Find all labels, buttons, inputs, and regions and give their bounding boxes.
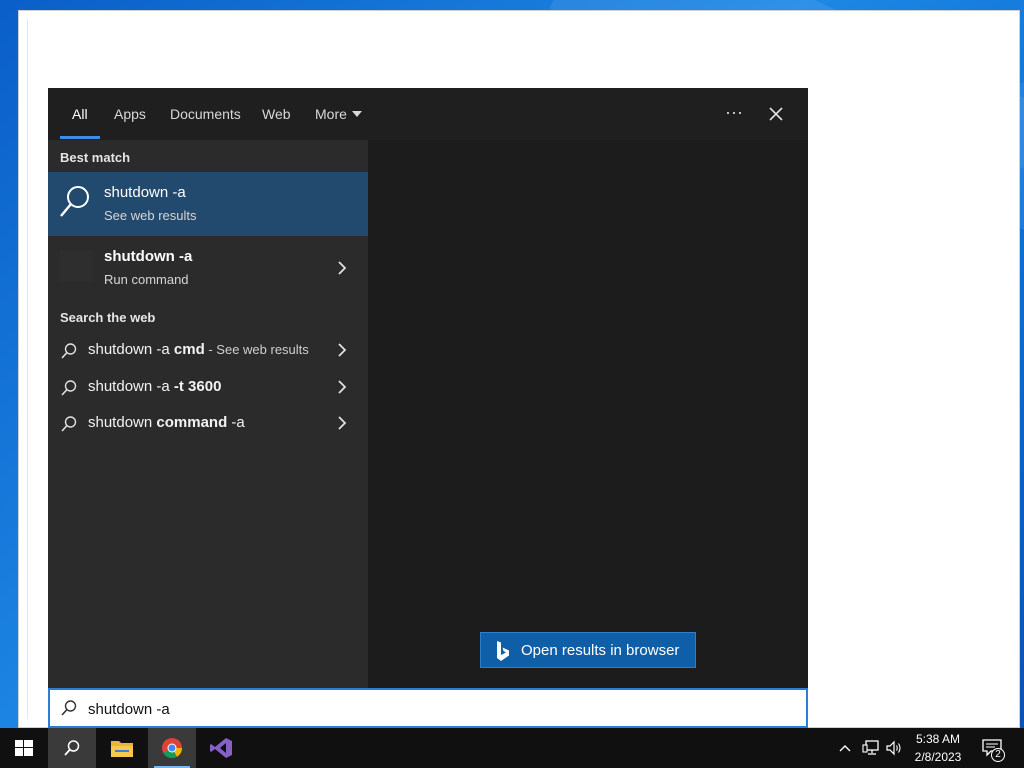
best-match-web-result[interactable]: shutdown -a See web results <box>48 172 368 236</box>
web-suggestion-item[interactable]: shutdown -a -t 3600 <box>48 370 368 404</box>
web-suggestion-item[interactable]: shutdown command -a <box>48 406 368 440</box>
suggestion-bold-text: -t 3600 <box>173 378 222 395</box>
taskbar: 5:38 AM 2/8/2023 2 <box>0 728 1024 768</box>
suggestion-hint-text: - See web results <box>204 342 309 357</box>
folder-icon <box>111 741 133 757</box>
search-icon <box>61 700 77 716</box>
result-subtitle: Run command <box>104 272 189 287</box>
suggestion-text: shutdown -a -t 3600 <box>88 378 221 395</box>
network-icon[interactable] <box>862 740 880 756</box>
suggestion-normal-text: shutdown <box>88 414 157 431</box>
volume-icon[interactable] <box>886 740 902 756</box>
preview-pane <box>368 140 808 688</box>
start-button[interactable] <box>0 728 48 768</box>
bing-icon <box>497 641 509 661</box>
tab-label: More <box>315 106 347 122</box>
notification-center-button[interactable]: 2 <box>982 728 1006 768</box>
chrome-button[interactable] <box>148 728 196 768</box>
suggestion-normal-text: -a <box>227 414 245 431</box>
search-web-header: Search the web <box>60 310 156 325</box>
close-button[interactable] <box>760 100 792 128</box>
search-icon <box>61 416 77 432</box>
search-input[interactable] <box>88 698 748 720</box>
open-in-browser-label: Open results in browser <box>521 642 680 659</box>
tab-more[interactable]: More <box>315 88 362 140</box>
chevron-right-icon[interactable] <box>336 342 348 358</box>
tab-web[interactable]: Web <box>262 88 291 140</box>
search-icon <box>61 380 77 396</box>
suggestion-bold-text: command <box>156 414 228 431</box>
search-box[interactable] <box>48 688 808 728</box>
suggestion-normal-text: shutdown -a <box>88 341 174 358</box>
tab-all[interactable]: All <box>72 88 88 140</box>
result-title: shutdown -a <box>104 184 186 201</box>
active-tab-indicator <box>60 136 100 139</box>
search-tab-bar: All Apps Documents Web More ··· <box>48 88 808 140</box>
app-icon <box>60 250 92 282</box>
chevron-right-icon[interactable] <box>336 260 348 276</box>
search-icon <box>64 740 80 756</box>
best-match-run-command[interactable]: shutdown -a Run command <box>48 236 368 300</box>
chevron-right-icon[interactable] <box>336 415 348 431</box>
results-pane: Best match shutdown -a See web results s… <box>48 140 368 688</box>
tab-label: Documents <box>170 106 241 122</box>
notification-badge: 2 <box>991 748 1005 762</box>
tab-label: Apps <box>114 106 146 122</box>
clock-date: 2/8/2023 <box>914 750 962 764</box>
taskbar-search-button[interactable] <box>48 728 96 768</box>
suggestion-text: shutdown command -a <box>88 414 245 431</box>
search-icon <box>60 186 89 217</box>
result-title: shutdown -a <box>104 248 193 265</box>
close-icon <box>769 107 783 121</box>
visual-studio-button[interactable] <box>197 728 245 768</box>
result-subtitle: See web results <box>104 208 197 223</box>
clock-time: 5:38 AM <box>915 732 961 746</box>
chevron-up-icon[interactable] <box>838 741 852 755</box>
tab-apps[interactable]: Apps <box>114 88 146 140</box>
search-icon <box>61 343 77 359</box>
tab-label: Web <box>262 106 291 122</box>
desktop: All Apps Documents Web More ··· Best mat… <box>0 0 1024 768</box>
more-options-button[interactable]: ··· <box>718 100 750 128</box>
taskbar-clock[interactable]: 5:38 AM 2/8/2023 <box>906 730 970 766</box>
file-explorer-button[interactable] <box>98 728 146 768</box>
chrome-icon <box>162 738 183 759</box>
visual-studio-icon <box>210 738 232 758</box>
search-panel: All Apps Documents Web More ··· Best mat… <box>48 88 808 688</box>
caret-down-icon <box>351 111 362 117</box>
suggestion-bold-text: cmd <box>173 341 205 358</box>
suggestion-text: shutdown -a cmd - See web results <box>88 341 309 358</box>
open-in-browser-button[interactable]: Open results in browser <box>480 632 696 668</box>
tab-documents[interactable]: Documents <box>170 88 241 140</box>
web-suggestion-item[interactable]: shutdown -a cmd - See web results <box>48 333 368 367</box>
windows-logo-icon <box>15 740 33 756</box>
tab-label: All <box>72 106 88 122</box>
best-match-header: Best match <box>60 150 131 165</box>
chevron-right-icon[interactable] <box>336 379 348 395</box>
suggestion-normal-text: shutdown -a <box>88 378 174 395</box>
window-border-line <box>27 19 28 719</box>
